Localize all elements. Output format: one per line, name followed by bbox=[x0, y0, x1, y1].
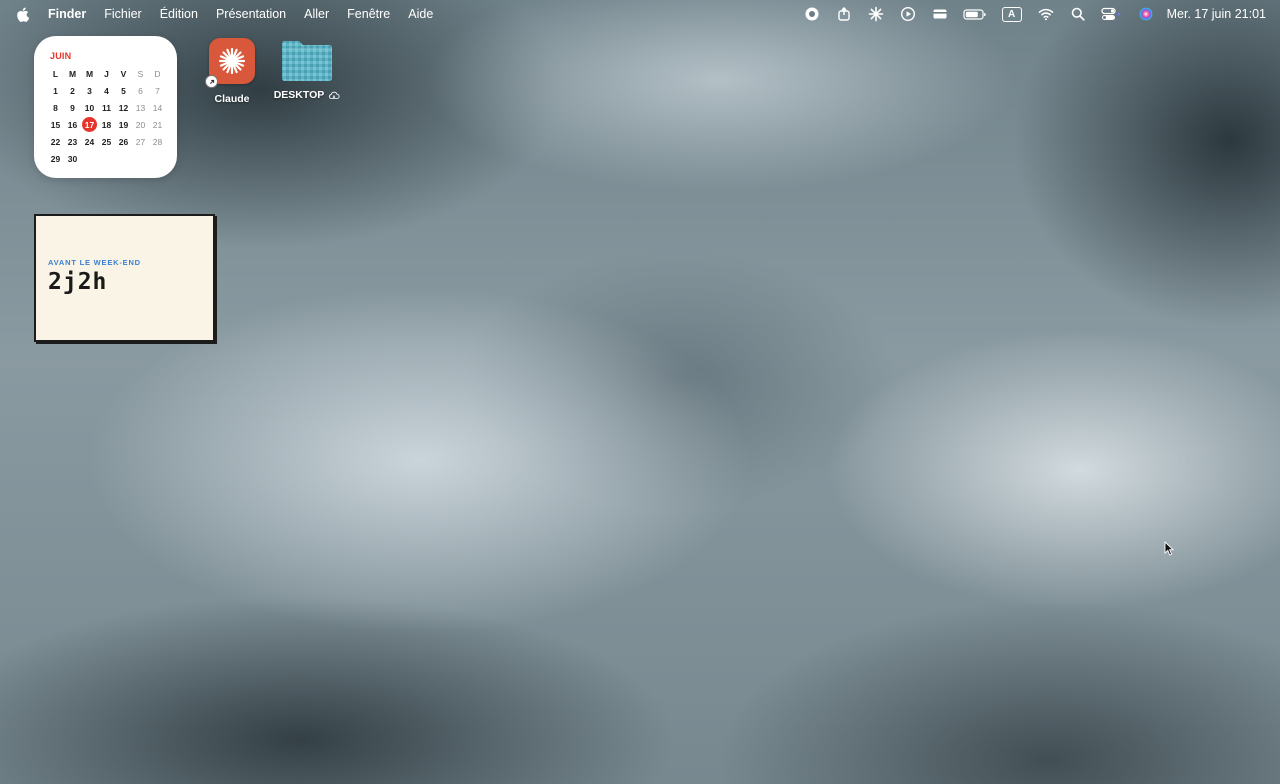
calendar-day: 1 bbox=[53, 85, 58, 96]
menu-bar-clock[interactable]: Mer. 17 juin 21:01 bbox=[1167, 7, 1266, 21]
battery-icon[interactable] bbox=[963, 5, 987, 23]
calendar-day: 22 bbox=[50, 136, 61, 147]
calendar-day: 11 bbox=[102, 102, 111, 113]
calendar-day: 4 bbox=[104, 85, 109, 96]
menu-app-finder[interactable]: Finder bbox=[48, 7, 86, 21]
calendar-day: 26 bbox=[118, 136, 129, 147]
desktop-icon-desktop-folder[interactable]: DESKTOP bbox=[272, 40, 342, 101]
input-source-letter: A bbox=[1001, 6, 1022, 22]
countdown-label: AVANT LE WEEK-END bbox=[48, 258, 141, 267]
input-source-icon[interactable]: A bbox=[1001, 5, 1023, 23]
calendar-day: 3 bbox=[87, 85, 92, 96]
calendar-day: 5 bbox=[121, 85, 126, 96]
calendar-day: 30 bbox=[67, 153, 78, 164]
siri-icon[interactable] bbox=[1137, 5, 1155, 23]
menu-aide[interactable]: Aide bbox=[408, 7, 433, 21]
calendar-day: 18 bbox=[101, 119, 112, 130]
calendar-day: 25 bbox=[101, 136, 112, 147]
calendar-day: 29 bbox=[50, 153, 61, 164]
claude-app-icon bbox=[205, 38, 255, 88]
calendar-widget[interactable]: JUIN L M M J V S D 1 2 3 4 5 6 7 8 9 10 … bbox=[34, 36, 177, 178]
alias-arrow-icon bbox=[205, 75, 218, 88]
calendar-day: 12 bbox=[118, 102, 129, 113]
calendar-day: 2 bbox=[70, 85, 75, 96]
record-icon[interactable] bbox=[803, 5, 821, 23]
desktop-icon-claude[interactable]: Claude bbox=[204, 38, 260, 105]
play-icon[interactable] bbox=[899, 5, 917, 23]
calendar-day: 28 bbox=[152, 136, 163, 147]
weekday-label: J bbox=[104, 68, 109, 79]
menu-presentation[interactable]: Présentation bbox=[216, 7, 286, 21]
calendar-day: 8 bbox=[53, 102, 58, 113]
menu-edition[interactable]: Édition bbox=[160, 7, 198, 21]
calendar-day: 9 bbox=[70, 102, 75, 113]
mouse-pointer-icon bbox=[1164, 540, 1175, 556]
weekday-label: S bbox=[137, 68, 144, 79]
weekday-label: V bbox=[120, 68, 127, 79]
calendar-day: 6 bbox=[138, 85, 143, 96]
desktop-icon-label: Claude bbox=[214, 93, 250, 105]
icloud-download-icon bbox=[328, 91, 340, 100]
weekday-label: D bbox=[154, 68, 161, 79]
calendar-day: 14 bbox=[152, 102, 163, 113]
calendar-month: JUIN bbox=[50, 51, 72, 61]
claude-burst-icon[interactable] bbox=[867, 5, 885, 23]
wifi-icon[interactable] bbox=[1037, 5, 1055, 23]
folder-icon bbox=[280, 40, 334, 82]
today-marker: 17 bbox=[82, 117, 97, 132]
menu-fichier[interactable]: Fichier bbox=[104, 7, 142, 21]
weekday-label: M bbox=[85, 68, 94, 79]
calendar-day: 21 bbox=[152, 119, 163, 130]
calendar-day: 10 bbox=[84, 102, 95, 113]
countdown-value: 2j2h bbox=[48, 269, 108, 295]
menu-aller[interactable]: Aller bbox=[304, 7, 329, 21]
calendar-day: 19 bbox=[118, 119, 129, 130]
calendar-day: 15 bbox=[50, 119, 61, 130]
share-icon[interactable] bbox=[835, 5, 853, 23]
menu-bar-right: A Mer. 17 juin 21:01 bbox=[789, 5, 1266, 23]
calendar-day: 7 bbox=[155, 85, 160, 96]
calendar-day: 27 bbox=[135, 136, 146, 147]
calendar-day: 16 bbox=[67, 119, 78, 130]
calendar-day: 24 bbox=[84, 136, 95, 147]
weekday-label: L bbox=[52, 68, 59, 79]
calendar-day: 20 bbox=[135, 119, 146, 130]
calendar-grid: L M M J V S D 1 2 3 4 5 6 7 8 9 10 11 12… bbox=[47, 65, 165, 167]
desktop-icon-label-row: DESKTOP bbox=[274, 89, 341, 101]
calendar-day: 23 bbox=[67, 136, 78, 147]
control-center-icon[interactable] bbox=[1100, 5, 1123, 23]
calendar-day: 13 bbox=[135, 102, 146, 113]
weekend-countdown-widget[interactable]: AVANT LE WEEK-END 2j2h bbox=[34, 214, 215, 342]
desktop-icon-label: DESKTOP bbox=[273, 89, 325, 101]
menu-bar-left: Finder Fichier Édition Présentation Alle… bbox=[16, 6, 451, 22]
menu-bar: Finder Fichier Édition Présentation Alle… bbox=[0, 0, 1280, 28]
calendar-today: 17 bbox=[81, 116, 98, 133]
weekday-label: M bbox=[68, 68, 77, 79]
spotlight-search-icon[interactable] bbox=[1069, 5, 1087, 23]
menu-fenetre[interactable]: Fenêtre bbox=[347, 7, 390, 21]
apple-menu-icon[interactable] bbox=[16, 6, 30, 22]
card-icon[interactable] bbox=[931, 5, 949, 23]
